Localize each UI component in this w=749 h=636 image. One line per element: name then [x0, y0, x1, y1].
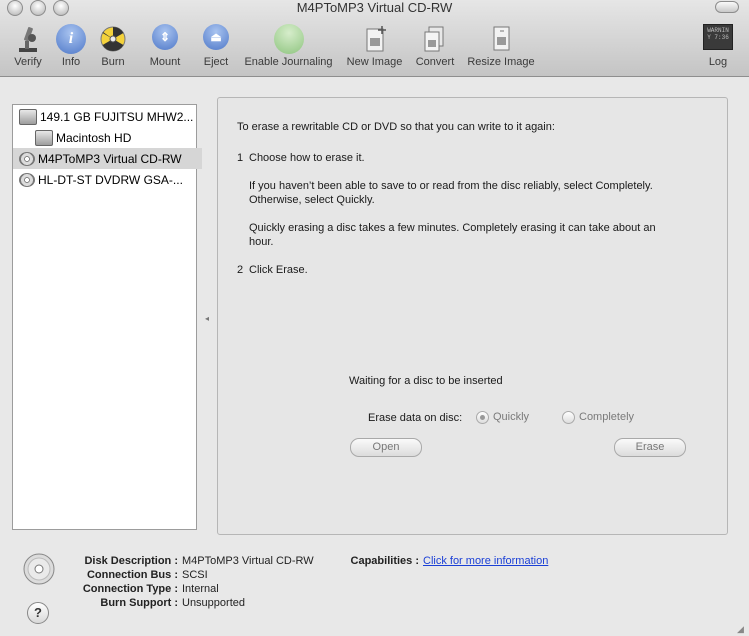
- completely-radio[interactable]: [562, 411, 575, 424]
- eject-label: Eject: [203, 56, 229, 68]
- help-button[interactable]: ?: [27, 602, 49, 624]
- instruction-text: hour.: [249, 236, 274, 248]
- window-resize-grip[interactable]: ◢: [737, 624, 747, 634]
- step-number: 1: [237, 152, 244, 164]
- resize-image-icon: [493, 26, 510, 51]
- sidebar-item-label: Macintosh HD: [56, 130, 132, 145]
- open-button[interactable]: Open: [350, 438, 422, 457]
- sidebar-item-label: M4PToMP3 Virtual CD-RW: [38, 151, 182, 166]
- optical-disc-icon: [19, 172, 35, 187]
- erase-intro-text: To erase a rewritable CD or DVD so that …: [237, 121, 555, 133]
- connection-type-value: Internal: [182, 583, 219, 595]
- step1-text: Choose how to erase it.: [249, 152, 365, 164]
- eject-icon: ⏏: [203, 24, 229, 50]
- burn-button[interactable]: Burn: [97, 21, 129, 73]
- disc-status-text: Waiting for a disc to be inserted: [349, 375, 503, 387]
- info-icon: i: [56, 24, 86, 54]
- instruction-text: Quickly erasing a disc takes a few minut…: [249, 222, 656, 234]
- resize-image-button[interactable]: Resize Image: [464, 21, 538, 73]
- erase-panel: To erase a rewritable CD or DVD so that …: [217, 97, 728, 535]
- step-number: 2: [237, 264, 244, 276]
- burn-support-value: Unsupported: [182, 597, 245, 609]
- instruction-text: Otherwise, select Quickly.: [249, 194, 375, 206]
- window-chrome: M4PToMP3 Virtual CD-RW Verify i Info Bur…: [0, 0, 749, 77]
- window-title: M4PToMP3 Virtual CD-RW: [296, 0, 453, 15]
- quickly-label: Quickly: [493, 411, 530, 423]
- burn-label: Burn: [101, 56, 125, 68]
- verify-button[interactable]: Verify: [8, 21, 48, 73]
- new-image-label: New Image: [346, 56, 403, 68]
- capabilities-label: Capabilities :: [350, 555, 419, 567]
- sidebar-item-dvdrw-drive[interactable]: HL-DT-ST DVDRW GSA-...: [13, 169, 202, 190]
- capabilities-link[interactable]: Click for more information: [423, 555, 548, 567]
- sidebar-item-virtual-cd-rw[interactable]: M4PToMP3 Virtual CD-RW: [13, 148, 202, 169]
- new-image-icon: [366, 26, 386, 52]
- info-button[interactable]: i Info: [55, 21, 87, 73]
- convert-button[interactable]: Convert: [411, 21, 459, 73]
- connection-bus-label: Connection Bus :: [86, 569, 178, 581]
- sidebar-item-label: 149.1 GB FUJITSU MHW2...: [40, 109, 194, 124]
- log-button[interactable]: WARNIN Y 7:36 Log: [700, 21, 736, 73]
- log-icon: WARNIN Y 7:36: [703, 24, 733, 50]
- convert-icon: [424, 26, 444, 52]
- eject-button[interactable]: ⏏ Eject: [199, 21, 233, 73]
- resize-image-label: Resize Image: [467, 56, 535, 68]
- info-label: Info: [61, 56, 81, 68]
- convert-label: Convert: [415, 56, 455, 68]
- enable-journaling-button[interactable]: Enable Journaling: [240, 21, 337, 73]
- microscope-icon: [19, 27, 37, 52]
- device-sidebar[interactable]: 149.1 GB FUJITSU MHW2... Macintosh HD M4…: [12, 104, 202, 530]
- sidebar-item-label: HL-DT-ST DVDRW GSA-...: [38, 172, 183, 187]
- completely-label: Completely: [579, 411, 635, 423]
- hard-disk-icon: [19, 108, 37, 125]
- disk-description-label: Disk Description :: [84, 555, 178, 567]
- volume-icon: [35, 129, 53, 146]
- log-label: Log: [708, 56, 728, 68]
- split-view-handle[interactable]: ◂: [205, 314, 209, 323]
- optical-disc-icon: [19, 151, 35, 166]
- connection-bus-value: SCSI: [182, 569, 208, 581]
- verify-label: Verify: [14, 56, 42, 68]
- sidebar-item-fujitsu-disk[interactable]: 149.1 GB FUJITSU MHW2...: [13, 106, 202, 127]
- journaling-icon: [273, 24, 304, 54]
- new-image-button[interactable]: New Image: [343, 21, 406, 73]
- quickly-radio[interactable]: [476, 411, 489, 424]
- instruction-text: If you haven’t been able to save to or r…: [249, 180, 653, 192]
- sidebar-item-macintosh-hd[interactable]: Macintosh HD: [13, 127, 218, 148]
- connection-type-label: Connection Type :: [82, 583, 178, 595]
- erase-button[interactable]: Erase: [614, 438, 686, 457]
- enable-journaling-label: Enable Journaling: [244, 56, 333, 68]
- toolbar-toggle-button[interactable]: [715, 1, 739, 13]
- burn-icon: [100, 26, 126, 52]
- erase-option-label: Erase data on disc:: [368, 412, 463, 424]
- step2-text: Click Erase.: [249, 264, 308, 276]
- mount-icon: ⇕: [152, 24, 178, 50]
- mount-button[interactable]: ⇕ Mount: [145, 21, 185, 73]
- mount-label: Mount: [149, 56, 181, 68]
